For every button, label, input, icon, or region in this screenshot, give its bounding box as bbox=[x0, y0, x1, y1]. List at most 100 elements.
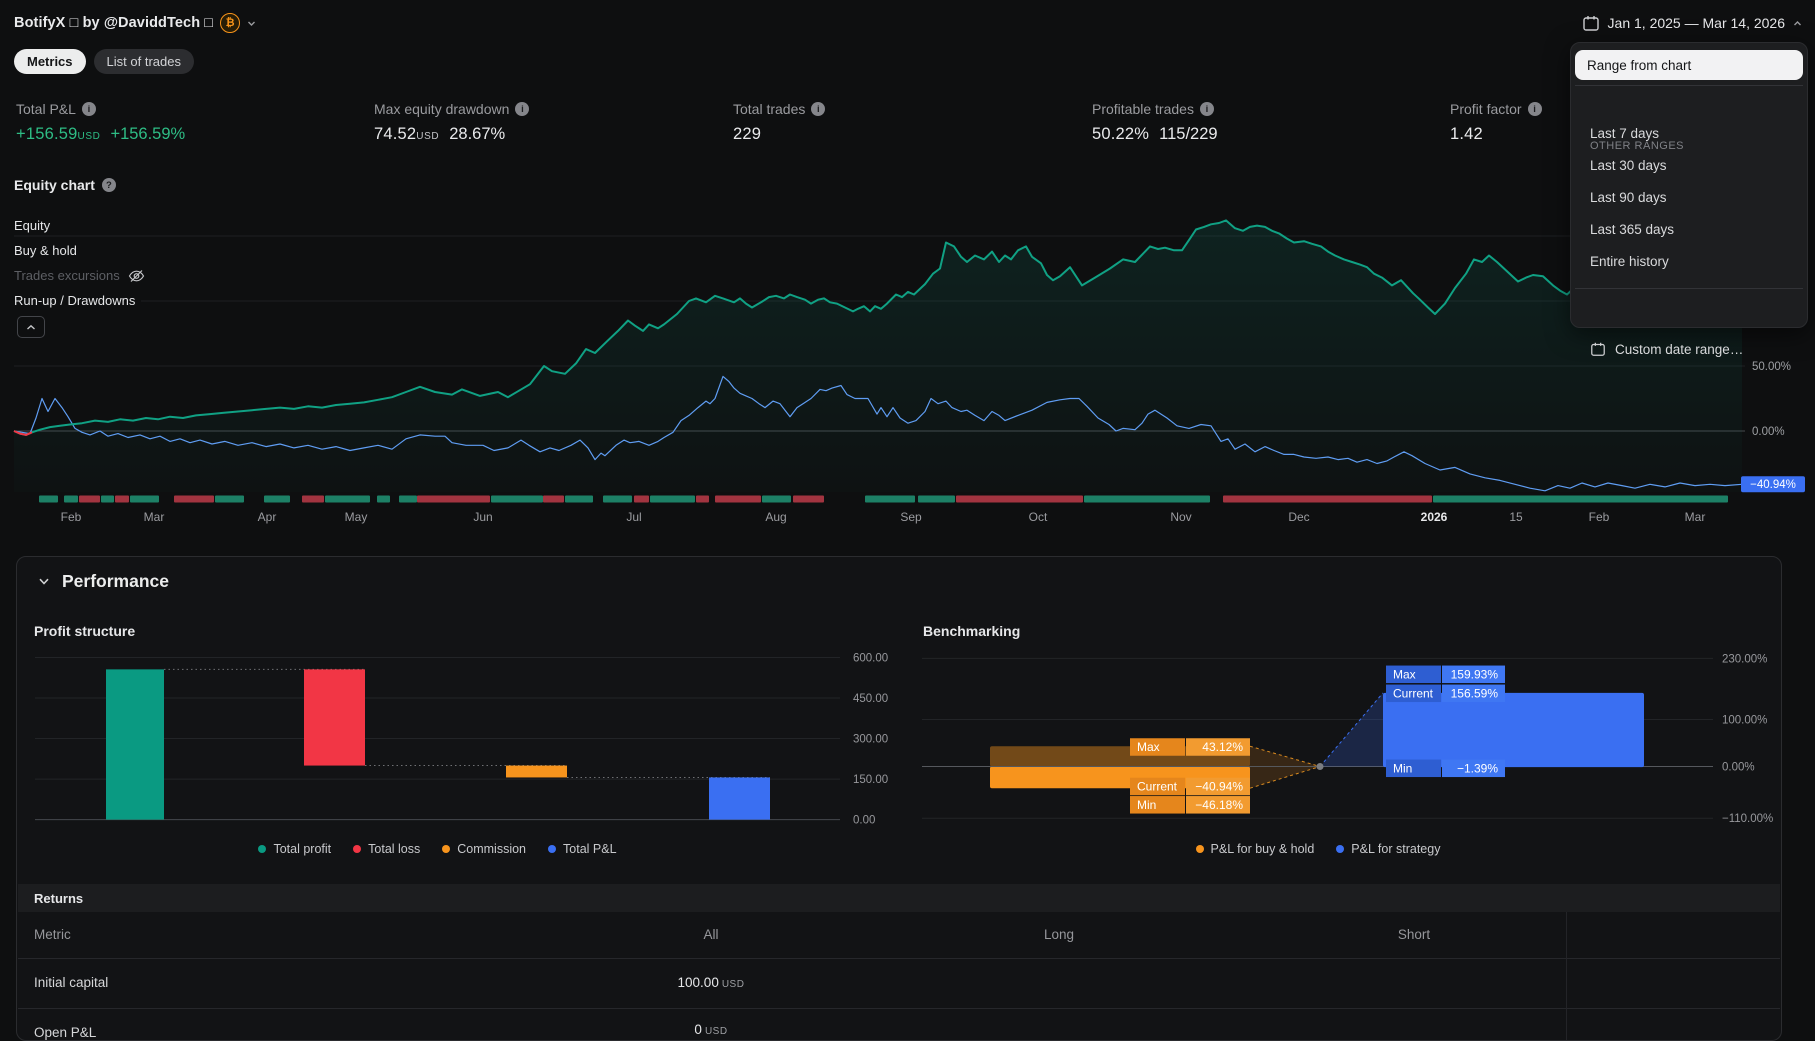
metric-label: Total P&L bbox=[16, 101, 76, 117]
svg-text:Nov: Nov bbox=[1170, 510, 1191, 524]
metric-label: Total trades bbox=[733, 101, 806, 117]
svg-text:0.00%: 0.00% bbox=[1752, 426, 1785, 438]
bitcoin-badge-icon: ₿ bbox=[220, 13, 241, 33]
info-icon[interactable]: i bbox=[1527, 102, 1542, 116]
metric-extra: +156.59% bbox=[110, 125, 186, 143]
returns-table-header: Metric All Long Short bbox=[18, 912, 1780, 958]
chevron-down-icon bbox=[39, 578, 49, 585]
metric-value: 1.42 bbox=[1450, 125, 1483, 143]
metric-value: 74.52USD bbox=[374, 125, 440, 143]
tab-metrics[interactable]: Metrics bbox=[14, 49, 86, 74]
date-range-dropdown: Range from chart OTHER RANGES Last 7 day… bbox=[1570, 42, 1808, 357]
menu-item-label: Custom date range… bbox=[1615, 341, 1744, 357]
performance-panel: Performance Profit structure Benchmarkin… bbox=[16, 556, 1782, 1041]
svg-text:2026: 2026 bbox=[1421, 510, 1448, 524]
legend-dot-icon bbox=[1336, 845, 1345, 853]
svg-text:Feb: Feb bbox=[1589, 510, 1610, 524]
profit-legend-item[interactable]: Total loss bbox=[353, 842, 420, 856]
row-label: Open P&L bbox=[34, 1025, 97, 1040]
profit-legend-item[interactable]: Total P&L bbox=[548, 842, 617, 856]
bench-legend-item[interactable]: P&L for strategy bbox=[1336, 842, 1440, 856]
legend-label: Total P&L bbox=[563, 842, 617, 856]
metric-total-trades: Total trades i 229 bbox=[733, 100, 826, 144]
row-label: Initial capital bbox=[34, 975, 109, 990]
legend-dot-icon bbox=[258, 845, 267, 853]
eye-off-icon[interactable] bbox=[128, 269, 145, 283]
performance-header[interactable]: Performance bbox=[38, 571, 169, 592]
collapse-chart-button[interactable] bbox=[17, 316, 45, 338]
legend-equity[interactable]: Equity bbox=[14, 216, 57, 235]
metric-max-drawdown: Max equity drawdown i 74.52USD 28.67% bbox=[374, 100, 530, 144]
svg-text:Jul: Jul bbox=[626, 510, 641, 524]
metric-label: Profit factor bbox=[1450, 101, 1522, 117]
profit-structure-legend: Total profit Total loss Commission Total P&… bbox=[34, 842, 841, 856]
menu-item-last-90-days[interactable]: Last 90 days bbox=[1571, 183, 1807, 211]
table-row-initial-capital: Initial capital 100.00 USD bbox=[18, 958, 1780, 1008]
metric-value: 50.22% bbox=[1092, 125, 1150, 143]
legend-label: Buy & hold bbox=[14, 243, 77, 258]
svg-text:Mar: Mar bbox=[1685, 510, 1706, 524]
profit-structure-title: Profit structure bbox=[34, 623, 136, 639]
chevron-up-icon bbox=[1794, 20, 1801, 25]
metric-value: 229 bbox=[733, 125, 762, 143]
equity-chart-title: Equity chart ? bbox=[14, 177, 116, 193]
svg-text:15: 15 bbox=[1509, 510, 1523, 524]
svg-text:Dec: Dec bbox=[1288, 510, 1309, 524]
legend-label: Trades excursions bbox=[14, 268, 120, 283]
svg-text:Feb: Feb bbox=[61, 510, 82, 524]
menu-item-last-30-days[interactable]: Last 30 days bbox=[1571, 151, 1807, 179]
chevron-up-icon bbox=[27, 324, 35, 330]
column-all: All bbox=[703, 927, 719, 942]
performance-title: Performance bbox=[62, 571, 169, 591]
table-row-open-pnl: Open P&L 0 USD bbox=[18, 1008, 1780, 1040]
legend-dot-icon bbox=[548, 845, 557, 853]
legend-label: Run-up / Drawdowns bbox=[14, 293, 136, 308]
metric-extra: 115/229 bbox=[1159, 125, 1218, 143]
svg-text:Sep: Sep bbox=[900, 510, 922, 524]
metric-extra: 28.67% bbox=[449, 125, 506, 143]
legend-trades-excursions[interactable]: Trades excursions bbox=[14, 266, 151, 285]
legend-label: Total profit bbox=[273, 842, 332, 856]
info-icon[interactable]: i bbox=[1199, 102, 1214, 116]
menu-divider bbox=[1575, 85, 1803, 86]
menu-item-range-from-chart[interactable]: Range from chart bbox=[1575, 50, 1803, 80]
date-range-control[interactable]: Jan 1, 2025 — Mar 14, 2026 bbox=[1582, 12, 1802, 34]
info-icon[interactable]: i bbox=[811, 102, 826, 116]
legend-buy-and-hold[interactable]: Buy & hold bbox=[14, 241, 83, 260]
legend-dot-icon bbox=[353, 845, 362, 853]
svg-text:Apr: Apr bbox=[258, 510, 277, 524]
legend-label: P&L for buy & hold bbox=[1210, 842, 1315, 856]
svg-text:Aug: Aug bbox=[765, 510, 786, 524]
strategy-title-row[interactable]: BotifyX □ by @DaviddTech □ ₿ bbox=[14, 12, 256, 34]
date-range-text: Jan 1, 2025 — Mar 14, 2026 bbox=[1607, 15, 1785, 31]
info-icon[interactable]: i bbox=[81, 102, 96, 116]
metric-profit-factor: Profit factor i 1.42 bbox=[1450, 100, 1542, 144]
legend-runup-drawdowns[interactable]: Run-up / Drawdowns bbox=[14, 291, 142, 310]
column-short: Short bbox=[1397, 927, 1431, 942]
menu-item-entire-history[interactable]: Entire history bbox=[1571, 247, 1807, 275]
metric-profitable-trades: Profitable trades i 50.22% 115/229 bbox=[1092, 100, 1218, 144]
svg-text:Oct: Oct bbox=[1029, 510, 1048, 524]
info-icon[interactable]: i bbox=[515, 102, 530, 116]
legend-label: P&L for strategy bbox=[1351, 842, 1441, 856]
menu-item-last-7-days[interactable]: Last 7 days bbox=[1571, 119, 1807, 147]
menu-item-custom-date-range[interactable]: Custom date range… bbox=[1571, 335, 1807, 363]
strategy-tester-page: BotifyX □ by @DaviddTech □ ₿ Jan 1, 2025… bbox=[0, 0, 1815, 1041]
view-tabs: Metrics List of trades bbox=[14, 49, 194, 74]
tab-list-of-trades[interactable]: List of trades bbox=[93, 49, 194, 74]
help-icon[interactable]: ? bbox=[101, 178, 116, 192]
svg-text:May: May bbox=[345, 510, 368, 524]
bench-legend-item[interactable]: P&L for buy & hold bbox=[1195, 842, 1315, 856]
svg-text:−40.94%: −40.94% bbox=[1750, 479, 1796, 491]
profit-legend-item[interactable]: Commission bbox=[442, 842, 526, 856]
profit-legend-item[interactable]: Total profit bbox=[258, 842, 331, 856]
legend-dot-icon bbox=[1195, 845, 1204, 853]
menu-item-last-365-days[interactable]: Last 365 days bbox=[1571, 215, 1807, 243]
row-value-all: 0 USD bbox=[694, 1022, 728, 1037]
legend-dot-icon bbox=[442, 845, 451, 853]
calendar-icon bbox=[1591, 342, 1605, 356]
metric-value: +156.59USD bbox=[16, 125, 101, 143]
benchmarking-title: Benchmarking bbox=[923, 623, 1021, 639]
svg-text:Mar: Mar bbox=[144, 510, 165, 524]
calendar-icon bbox=[1582, 16, 1599, 31]
